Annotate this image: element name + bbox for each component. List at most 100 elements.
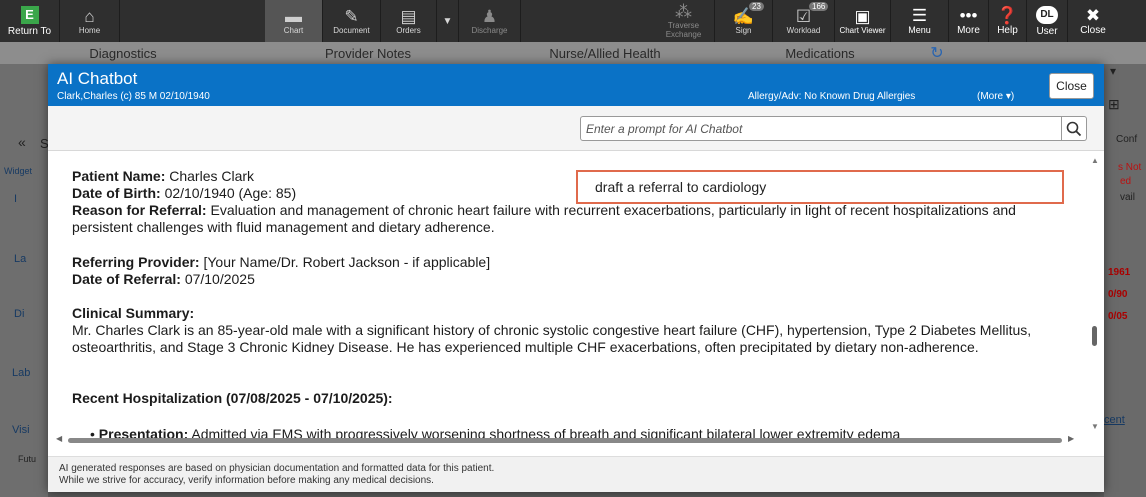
close-app-button[interactable]: ✖ Close: [1068, 0, 1118, 42]
vertical-scroll-thumb[interactable]: [1092, 326, 1097, 346]
checklist-icon: ☑: [795, 6, 812, 26]
workload-button[interactable]: 166 ☑ Workload: [773, 0, 835, 42]
prompt-search-button[interactable]: [1062, 116, 1087, 141]
bg-right-cent[interactable]: cent: [1104, 414, 1125, 426]
bg-right-not: s Not: [1118, 162, 1142, 173]
down-arrow-icon: ▾: [1110, 64, 1117, 78]
prompt-area: [48, 106, 1104, 151]
refresh-icon[interactable]: ↻: [920, 42, 954, 64]
patient-banner: Clark,Charles (c) 85 M 02/10/1940: [57, 91, 210, 102]
person-icon: ♟: [481, 6, 498, 26]
home-icon: ⌂: [84, 6, 95, 26]
workload-count-badge: 166: [809, 2, 829, 11]
more-label: More: [957, 24, 980, 36]
return-to-label: Return To: [7, 25, 52, 37]
scroll-right-icon[interactable]: ▶: [1068, 434, 1074, 443]
ai-chatbot-modal: AI Chatbot Clark,Charles (c) 85 M 02/10/…: [48, 64, 1104, 492]
background-left-panel: « S Widget I La Di Lab Visi Futu: [0, 64, 49, 497]
chart-button[interactable]: ▬ Chart: [265, 0, 323, 42]
dob-value: 02/10/1940 (Age: 85): [164, 185, 297, 201]
disclaimer-footer: AI generated responses are based on phys…: [48, 456, 1104, 492]
discharge-label: Discharge: [471, 25, 508, 35]
pencil-icon: ✎: [344, 6, 359, 26]
return-to-icon: E: [20, 5, 39, 24]
close-app-label: Close: [1080, 24, 1106, 36]
background-right-panel: ▾ ⊞ Conf s Not ed vail 1961 0/90 0/05 ce…: [1104, 64, 1146, 497]
clipboard-icon: ▤: [400, 6, 417, 26]
disclaimer-line-1: AI generated responses are based on phys…: [59, 463, 495, 474]
bg-right-005: 0/05: [1108, 311, 1128, 322]
scroll-down-icon[interactable]: ▼: [1091, 422, 1099, 431]
sign-button[interactable]: 23 ✍ Sign: [715, 0, 773, 42]
chat-content: Patient Name: Charles Clark Date of Birt…: [48, 152, 1088, 438]
provider-label: Referring Provider:: [72, 254, 200, 270]
disclaimer-line-2: While we strive for accuracy, verify inf…: [59, 475, 434, 486]
patient-name-label: Patient Name:: [72, 168, 166, 184]
menu-button[interactable]: ☰ Menu: [891, 0, 949, 42]
network-icon: ⁂: [675, 2, 692, 21]
horizontal-scrollbar[interactable]: ◀ ▶: [56, 434, 1086, 444]
vertical-scrollbar[interactable]: ▲ ▼: [1088, 156, 1102, 434]
more-button[interactable]: ••• More: [949, 0, 989, 42]
traverse-exchange-button[interactable]: ⁂ Traverse Exchange: [653, 0, 715, 42]
user-avatar: DL: [1036, 5, 1058, 24]
home-button[interactable]: ⌂ Home: [60, 0, 120, 42]
hospitalization-block: Recent Hospitalization (07/08/2025 - 07/…: [72, 390, 1052, 407]
tab-diagnostics[interactable]: Diagnostics: [0, 42, 246, 64]
sign-label: Sign: [735, 25, 752, 35]
patient-name-value: Charles Clark: [169, 168, 255, 184]
discharge-button[interactable]: ♟ Discharge: [459, 0, 521, 42]
modal-close-button[interactable]: Close: [1049, 73, 1094, 99]
menu-label: Menu: [908, 25, 931, 35]
dots-icon: •••: [959, 5, 978, 25]
user-message-bubble: draft a referral to cardiology: [576, 170, 1064, 204]
folder-icon: ▬: [285, 6, 302, 26]
add-icon[interactable]: ⊞: [1108, 96, 1120, 113]
return-to-button[interactable]: E Return To: [0, 0, 60, 42]
document-label: Document: [333, 25, 370, 35]
scroll-up-icon[interactable]: ▲: [1091, 156, 1099, 165]
chart-tabs: Diagnostics Provider Notes Nurse/Allied …: [0, 42, 1146, 64]
help-button[interactable]: ❓ Help: [989, 0, 1027, 42]
prompt-input[interactable]: [580, 116, 1062, 141]
user-button[interactable]: DL User: [1027, 0, 1068, 42]
help-label: Help: [997, 24, 1018, 36]
referral-date-value: 07/10/2025: [184, 271, 255, 287]
bg-right-090: 0/90: [1108, 289, 1128, 300]
horizontal-scroll-thumb[interactable]: [68, 438, 1062, 443]
sign-count-badge: 23: [749, 2, 764, 11]
orders-dropdown-button[interactable]: ▼: [437, 0, 459, 42]
document-button[interactable]: ✎ Document: [323, 0, 381, 42]
modal-title: AI Chatbot: [57, 69, 138, 88]
dropdown-arrow-icon: ▼: [442, 15, 453, 27]
home-label: Home: [78, 25, 101, 35]
chart-viewer-label: Chart Viewer: [839, 25, 886, 35]
help-icon: ❓: [996, 5, 1019, 25]
workload-label: Workload: [786, 25, 821, 35]
reason-line: Reason for Referral: Evaluation and mana…: [72, 202, 1052, 236]
tab-provider-notes[interactable]: Provider Notes: [246, 42, 490, 64]
orders-button[interactable]: ▤ Orders: [381, 0, 437, 42]
bg-right-ed: ed: [1120, 176, 1132, 187]
traverse-label: Traverse Exchange: [665, 21, 702, 39]
bg-label-widget: Widget: [4, 166, 33, 176]
reason-value: Evaluation and management of chronic hea…: [72, 202, 1016, 235]
clinical-summary-heading: Clinical Summary:: [72, 305, 195, 321]
modal-header: AI Chatbot Clark,Charles (c) 85 M 02/10/…: [48, 64, 1104, 106]
referral-date-line: Date of Referral: 07/10/2025: [72, 271, 1052, 288]
provider-line: Referring Provider: [Your Name/Dr. Rober…: [72, 254, 1052, 271]
bg-right-1961: 1961: [1108, 267, 1131, 278]
chart-viewer-button[interactable]: ▣ Chart Viewer: [835, 0, 891, 42]
bg-right-vail: vail: [1120, 192, 1136, 203]
folder-search-icon: ▣: [854, 6, 871, 26]
clinical-summary-text: Mr. Charles Clark is an 85-year-old male…: [72, 322, 1032, 355]
close-circle-icon: ✖: [1085, 5, 1101, 25]
chart-label: Chart: [283, 25, 304, 35]
toolbar-spacer-2: [521, 0, 653, 42]
tab-nurse-allied-health[interactable]: Nurse/Allied Health: [490, 42, 720, 64]
more-info-link[interactable]: (More ▾): [977, 91, 1014, 102]
tab-medications[interactable]: Medications: [720, 42, 920, 64]
hospitalization-heading: Recent Hospitalization (07/08/2025 - 07/…: [72, 390, 393, 406]
scroll-left-icon[interactable]: ◀: [56, 434, 62, 443]
